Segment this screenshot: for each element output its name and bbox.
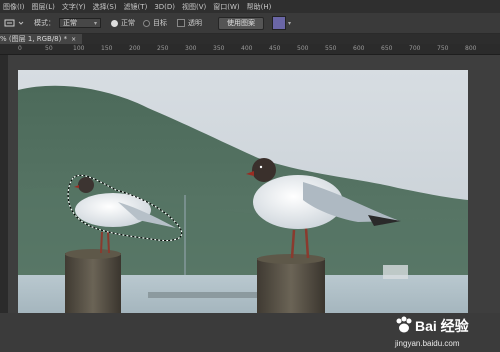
radio-normal-group[interactable]: 正常	[111, 18, 135, 28]
chevron-down-icon[interactable]: ▾	[288, 20, 291, 27]
baidu-jingyan-watermark: Bai 经验 jingyan.baidu.com	[391, 316, 500, 352]
canvas-area[interactable]: Bai 经验 jingyan.baidu.com	[8, 55, 500, 348]
vertical-ruler	[0, 55, 8, 313]
ruler-tick: 50	[45, 45, 53, 52]
ruler-tick: 400	[241, 45, 253, 52]
ruler-tick: 300	[185, 45, 197, 52]
menu-filter[interactable]: 滤镜(T)	[124, 2, 148, 12]
menu-window[interactable]: 窗口(W)	[213, 2, 239, 12]
menu-help[interactable]: 帮助(H)	[247, 2, 272, 12]
watermark-url: jingyan.baidu.com	[395, 339, 460, 348]
mode-select-value: 正常	[63, 19, 77, 27]
ruler-tick: 500	[297, 45, 309, 52]
mode-select[interactable]: 正常 ▾	[59, 18, 101, 28]
canvas-photo[interactable]	[18, 70, 468, 313]
patch-tool-icon[interactable]	[4, 17, 16, 29]
ruler-tick: 150	[101, 45, 113, 52]
document-tab-label: % (图层 1, RGB/8) *	[0, 35, 68, 43]
paw-icon	[396, 316, 412, 333]
ruler-tick: 200	[129, 45, 141, 52]
options-bar: 模式： 正常 ▾ 正常 目标 透明 使用图案 ▾	[0, 13, 500, 34]
close-icon[interactable]: ×	[71, 36, 76, 43]
radio-normal[interactable]	[111, 19, 118, 27]
transparent-group[interactable]: 透明	[177, 18, 202, 28]
transparent-label: 透明	[188, 19, 202, 27]
menu-layer[interactable]: 图层(L)	[32, 2, 55, 12]
menu-3d[interactable]: 3D(D)	[154, 3, 175, 11]
radio-target-group[interactable]: 目标	[143, 18, 167, 28]
ruler-tick: 650	[381, 45, 393, 52]
menu-view[interactable]: 视图(V)	[182, 2, 206, 12]
ruler-tick: 700	[409, 45, 421, 52]
transparent-checkbox[interactable]	[177, 19, 185, 27]
ruler-tick: 600	[353, 45, 365, 52]
radio-target[interactable]	[143, 19, 150, 27]
ruler-tick: 450	[269, 45, 281, 52]
menu-select[interactable]: 选择(S)	[93, 2, 117, 12]
ruler-tick: 0	[18, 45, 22, 52]
menu-image[interactable]: 图像(I)	[3, 2, 25, 12]
menu-type[interactable]: 文字(Y)	[62, 2, 86, 12]
radio-target-label: 目标	[153, 19, 167, 27]
chevron-down-icon[interactable]	[18, 20, 24, 26]
mode-label: 模式：	[34, 19, 55, 27]
ruler-tick: 550	[325, 45, 337, 52]
pattern-swatch[interactable]	[272, 16, 286, 30]
document-tab[interactable]: % (图层 1, RGB/8) * ×	[0, 34, 83, 44]
ruler-tick: 100	[73, 45, 85, 52]
ruler-tick: 350	[213, 45, 225, 52]
menu-bar: 图像(I) 图层(L) 文字(Y) 选择(S) 滤镜(T) 3D(D) 视图(V…	[0, 0, 500, 13]
watermark-brand: Bai 经验	[415, 318, 469, 334]
radio-normal-label: 正常	[121, 19, 135, 27]
document-tab-bar: % (图层 1, RGB/8) * ×	[0, 34, 500, 44]
ruler-tick: 750	[437, 45, 449, 52]
ruler-tick: 800	[465, 45, 477, 52]
use-pattern-button[interactable]: 使用图案	[218, 16, 264, 30]
chevron-down-icon: ▾	[93, 19, 97, 27]
seagull-photo	[18, 70, 468, 313]
ruler-tick: 250	[157, 45, 169, 52]
horizontal-ruler: 0 50 100 150 200 250 300 350 400 450 500…	[0, 44, 500, 55]
